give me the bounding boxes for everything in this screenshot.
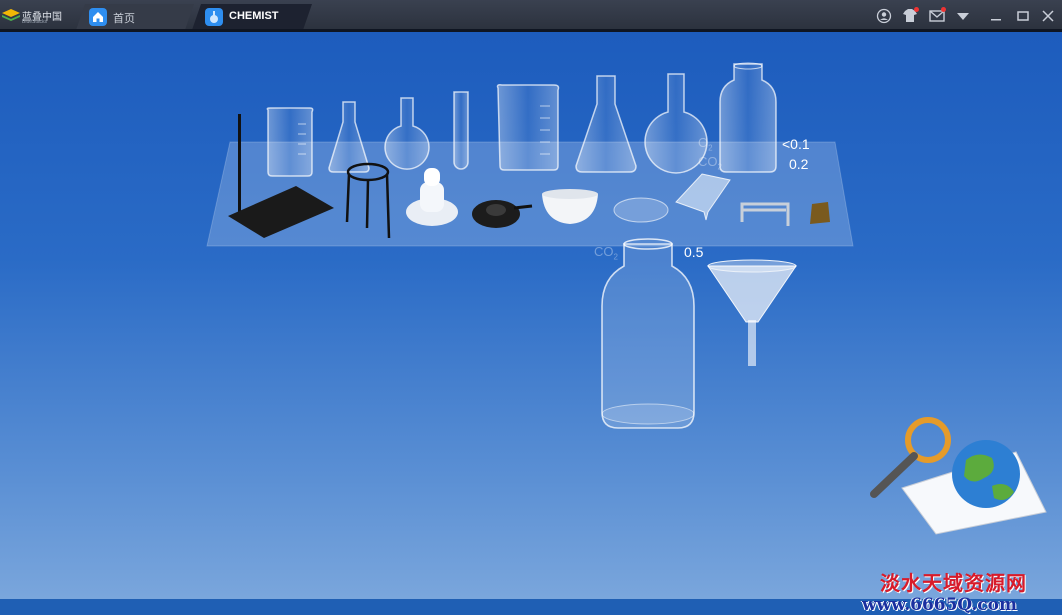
lab-workspace[interactable]: O2 CO2 <0.1 0.2 CO2 0.5 淡水天域资源网 www.6665…	[0, 32, 1062, 615]
alcohol-burner[interactable]	[404, 166, 460, 230]
cork-stopper[interactable]	[808, 200, 832, 226]
watermark-url: www.6665Q.com	[862, 595, 1017, 615]
tab-home-label: 首页	[113, 12, 135, 25]
retort-stand[interactable]	[224, 112, 336, 240]
wifi-menu-icon[interactable]	[955, 8, 971, 24]
logo-subtext: BlueStacks	[22, 19, 48, 25]
co2-value: 0.2	[789, 156, 809, 172]
title-bar: 蓝叠中国 BlueStacks 首页 CHEMIST	[0, 0, 1062, 31]
large-beaker[interactable]	[494, 82, 562, 174]
glass-funnel[interactable]	[704, 258, 800, 370]
tab-home[interactable]: 首页	[76, 4, 194, 30]
wardrobe-icon[interactable]	[902, 7, 919, 24]
notification-dot	[941, 7, 946, 12]
tab-chemist[interactable]: CHEMIST	[192, 4, 312, 30]
notification-dot	[914, 7, 919, 12]
funnel[interactable]	[672, 172, 732, 222]
watch-glass[interactable]	[612, 196, 670, 226]
gas-burner[interactable]	[470, 192, 534, 240]
close-icon[interactable]	[1040, 8, 1056, 24]
chemist-app-icon	[205, 8, 223, 26]
maximize-icon[interactable]	[1015, 8, 1031, 24]
home-icon	[89, 8, 107, 26]
gas-bottle[interactable]	[596, 238, 700, 432]
evaporating-dish[interactable]	[540, 186, 600, 226]
minimize-icon[interactable]	[988, 8, 1004, 24]
bluestacks-logo[interactable]: 蓝叠中国 BlueStacks	[2, 6, 68, 26]
tube-clamp[interactable]	[738, 198, 794, 228]
account-icon[interactable]	[876, 8, 892, 24]
o2-label: O2	[698, 135, 713, 153]
watermark-globe-logo	[870, 417, 1047, 535]
o2-value: <0.1	[782, 136, 810, 152]
test-tube[interactable]	[451, 90, 471, 172]
co2-label: CO2	[698, 154, 722, 172]
mail-icon[interactable]	[929, 7, 946, 24]
watermark-text: 淡水天域资源网	[880, 571, 1027, 595]
tab-chemist-label: CHEMIST	[229, 10, 279, 22]
reagent-bottle[interactable]	[716, 62, 780, 174]
bluestacks-logo-icon	[2, 9, 20, 21]
tripod[interactable]	[343, 162, 393, 242]
large-erlenmeyer-flask[interactable]	[574, 74, 638, 174]
